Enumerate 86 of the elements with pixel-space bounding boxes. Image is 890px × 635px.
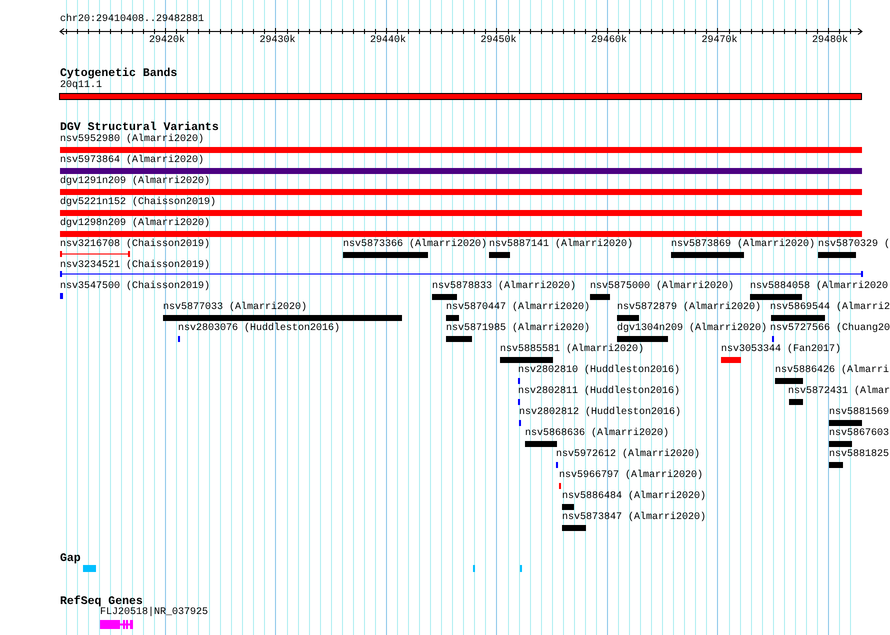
tick-label: 29470k	[701, 35, 738, 47]
feature-label: nsv5885581 (Almarri2020)	[500, 344, 644, 356]
feature-label: nsv5869544 (Almarri2	[770, 302, 890, 314]
feature-bar[interactable]	[829, 441, 852, 447]
feature-bar[interactable]	[829, 462, 843, 468]
feature-label: nsv3234521 (Chaisson2019)	[60, 260, 210, 272]
feature-label: nsv5966797 (Almarri2020)	[559, 470, 704, 482]
feature-label: nsv2802811 (Huddleston2016)	[518, 386, 680, 398]
feature-label: nsv5881569	[829, 407, 890, 419]
feature-label: nsv5873869 (Almarri2020)	[671, 239, 816, 251]
feature-label: nsv2803076 (Huddleston2016)	[178, 323, 340, 335]
feature-bar[interactable]	[60, 210, 862, 216]
cytoband-bar[interactable]	[59, 93, 862, 100]
feature-bar[interactable]	[562, 525, 586, 531]
feature-label: nsv5878833 (Almarri2020)	[432, 281, 576, 293]
feature-bar[interactable]	[829, 420, 862, 426]
feature-label: nsv3216708 (Chaisson2019)	[60, 239, 210, 251]
feature-bar[interactable]	[525, 441, 557, 447]
feature-bar[interactable]	[775, 378, 803, 384]
tick-label: 29420k	[148, 35, 185, 47]
feature-label: nsv5870329 (	[818, 239, 890, 251]
feature-label: nsv5872431 (Almar	[788, 386, 890, 398]
feature-bar[interactable]	[60, 189, 862, 195]
feature-label: nsv5973864 (Almarri2020)	[60, 155, 204, 167]
feature-bar[interactable]	[750, 294, 802, 300]
feature-label: nsv5875000 (Almarri2020)	[590, 281, 734, 293]
feature-label: dgv1298n209 (Almarri2020)	[60, 218, 210, 230]
feature-label: nsv5952980 (Almarri2020)	[60, 134, 204, 146]
feature-label: nsv5868636 (Almarri2020)	[525, 428, 670, 440]
feature-bar[interactable]	[590, 294, 610, 300]
feature-label: nsv5884058 (Almarri2020	[750, 281, 888, 293]
feature-bar[interactable]	[818, 252, 856, 258]
feature-bar[interactable]	[789, 399, 803, 405]
feature-bar[interactable]	[163, 315, 402, 321]
feature-bar[interactable]	[60, 168, 862, 174]
feature-bar[interactable]	[343, 252, 428, 258]
feature-label: nsv5873847 (Almarri2020)	[562, 512, 706, 524]
gene-model-drawing[interactable]	[100, 620, 133, 629]
feature-label: nsv2802812 (Huddleston2016)	[519, 407, 682, 419]
feature-bar[interactable]	[562, 504, 574, 510]
feature-bar[interactable]	[721, 357, 741, 363]
feature-bar[interactable]	[60, 147, 862, 153]
tick-label: 29450k	[480, 35, 516, 47]
tick-label: 29430k	[259, 35, 296, 47]
feature-bar[interactable]	[60, 293, 63, 299]
feature-bar[interactable]	[489, 252, 510, 258]
feature-label: nsv5887141 (Almarri2020)	[489, 239, 634, 251]
feature-label: nsv5877033 (Almarri2020)	[163, 302, 308, 314]
track-title: Gap	[60, 553, 81, 564]
track-title: DGV Structural Variants	[60, 122, 219, 133]
feature-label: nsv3547500 (Chaisson2019)	[60, 281, 210, 293]
feature-label: dgv1304n209 (Almarri2020)	[617, 323, 768, 335]
feature-label: nsv5886426 (Almarri	[775, 365, 890, 377]
feature-label: nsv2802810 (Huddleston2016)	[518, 365, 680, 377]
feature-bar[interactable]	[617, 336, 668, 342]
feature-label: nsv5867603	[829, 428, 890, 440]
feature-label: 20q11.1	[60, 80, 102, 92]
feature-bar[interactable]	[617, 315, 639, 321]
feature-label: nsv5870447 (Almarri2020)	[446, 302, 590, 314]
feature-bar[interactable]	[446, 336, 472, 342]
feature-label: dgv5221n152 (Chaisson2019)	[60, 197, 216, 209]
feature-label: nsv5972612 (Almarri2020)	[556, 449, 700, 461]
feature-label: nsv5727566 (Chuang20	[770, 323, 890, 335]
feature-bar[interactable]	[432, 294, 457, 300]
feature-bar[interactable]	[60, 231, 862, 237]
location-label: chr20:29410408..29482881	[60, 14, 204, 26]
track-title: Cytogenetic Bands	[60, 68, 178, 79]
feature-label: nsv3053344 (Fan2017)	[721, 344, 842, 356]
feature-label: dgv1291n209 (Almarri2020)	[60, 176, 210, 188]
feature-label: FLJ20518|NR_037925	[100, 607, 208, 619]
feature-bar[interactable]	[771, 315, 825, 321]
feature-label: nsv5872879 (Almarri2020)	[617, 302, 762, 314]
feature-label: nsv5871985 (Almarri2020)	[446, 323, 590, 335]
feature-bar[interactable]	[500, 357, 553, 363]
feature-bar[interactable]	[446, 315, 459, 321]
tick-label: 29440k	[370, 35, 406, 47]
track-title: RefSeq Genes	[60, 596, 143, 607]
tick-label: 29460k	[590, 35, 627, 47]
feature-label: nsv5886484 (Almarri2020)	[562, 491, 706, 503]
feature-label: nsv5873366 (Almarri2020)	[343, 239, 488, 251]
gap-bar[interactable]	[83, 565, 96, 572]
feature-line[interactable]	[60, 251, 130, 257]
feature-bar[interactable]	[671, 252, 744, 258]
tick-label: 29480k	[812, 35, 848, 47]
feature-line[interactable]	[60, 271, 863, 277]
feature-label: nsv5881825	[829, 449, 890, 461]
